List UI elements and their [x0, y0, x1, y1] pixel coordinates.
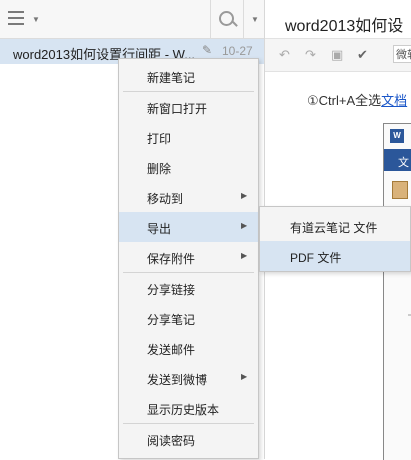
body-link[interactable]: 文档 — [381, 93, 407, 108]
page-title[interactable]: word2013如何设 — [285, 12, 403, 36]
menu-item-move-to[interactable]: 移动到 ▶ — [119, 182, 258, 212]
search-icon — [219, 11, 234, 26]
menu-item-export[interactable]: 导出 ▶ — [119, 212, 258, 242]
editor-toolbar: ↶ ↷ ▣ ✔ 微软 — [265, 38, 411, 72]
menu-item-save-attachment[interactable]: 保存附件 ▶ — [119, 242, 258, 272]
paste-icon — [392, 181, 408, 199]
menu-item-open-new-window[interactable]: 新窗口打开 — [119, 92, 258, 122]
attachment-icon: ✎ — [202, 43, 213, 57]
submenu-arrow-icon: ▶ — [241, 221, 248, 230]
menu-item-share-note[interactable]: 分享笔记 — [119, 303, 258, 333]
note-date: 10-27 — [222, 44, 253, 58]
redo-icon[interactable]: ↷ — [305, 47, 316, 63]
search-button[interactable] — [210, 0, 243, 38]
menu-item-show-history[interactable]: 显示历史版本 — [119, 393, 258, 423]
chevron-down-icon: ▼ — [251, 15, 259, 24]
submenu-arrow-icon: ▶ — [241, 251, 248, 260]
undo-icon[interactable]: ↶ — [279, 47, 290, 63]
note-body-text[interactable]: ①Ctrl+A全选文档 — [307, 90, 407, 109]
menu-item-send-weibo[interactable]: 发送到微博 ▶ — [119, 363, 258, 393]
submenu-arrow-icon: ▶ — [241, 372, 248, 381]
format-painter-icon[interactable]: ▣ — [331, 47, 343, 63]
menu-item-delete[interactable]: 删除 — [119, 152, 258, 182]
search-input[interactable] — [46, 4, 212, 36]
menu-item-print[interactable]: 打印 — [119, 122, 258, 152]
submenu-arrow-icon: ▶ — [241, 191, 248, 200]
word-ribbon: 文 — [384, 149, 411, 171]
submenu-item-youdao-file[interactable]: 有道云笔记 文件 — [260, 211, 410, 241]
word-logo: W — [390, 129, 404, 143]
export-submenu: 有道云笔记 文件 PDF 文件 — [259, 206, 411, 272]
clear-format-icon[interactable]: ✔ — [357, 47, 368, 63]
menu-dropdown-caret-icon[interactable]: ▼ — [32, 15, 40, 24]
word-ribbon-tab: 文 — [398, 157, 409, 169]
menu-item-new-note[interactable]: 新建笔记 — [119, 61, 258, 91]
menu-item-send-email[interactable]: 发送邮件 — [119, 333, 258, 363]
search-options-button[interactable]: ▼ — [243, 0, 265, 38]
body-text: ①Ctrl+A全选 — [307, 93, 382, 108]
hamburger-menu-icon[interactable] — [6, 10, 26, 26]
embedded-screenshot: W 文 — [383, 123, 411, 460]
font-select[interactable]: 微软 — [393, 45, 411, 63]
submenu-item-pdf-file[interactable]: PDF 文件 — [260, 241, 410, 271]
menu-item-share-link[interactable]: 分享链接 — [119, 273, 258, 303]
left-toolbar: ▼ ▼ — [0, 0, 264, 39]
menu-item-read-password[interactable]: 阅读密码 — [119, 424, 258, 454]
context-menu: 新建笔记 新窗口打开 打印 删除 移动到 ▶ 导出 ▶ 保存附件 ▶ 分享链接 … — [118, 58, 259, 459]
